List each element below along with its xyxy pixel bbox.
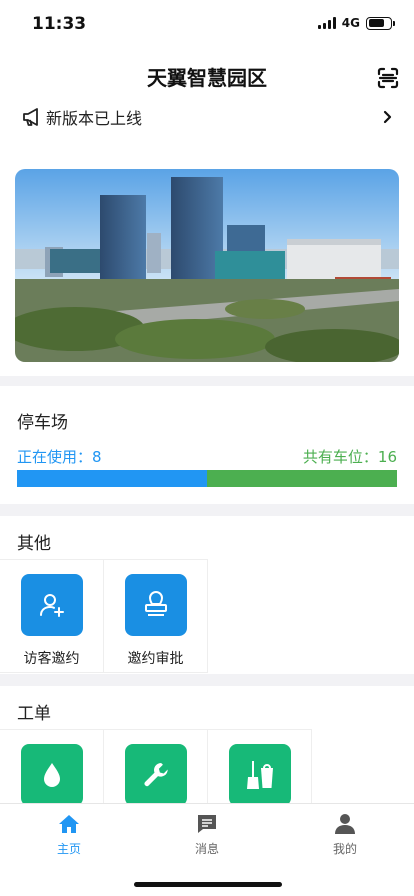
status-time: 11:33 [32,14,87,34]
cleaning-icon [246,761,273,789]
water-order-tile [20,744,83,806]
campus-banner-image[interactable] [15,169,399,362]
invite-approval-label: 邀约审批 [127,651,184,667]
cleaning-order-tile [228,744,291,806]
parking-stats: 正在使用：8 共有车位：16 [17,446,397,467]
add-user-icon [39,594,64,617]
section-divider [0,376,414,386]
others-section-title: 其他 [17,534,51,554]
chevron-right-icon [383,110,392,124]
others-grid: 访客邀约 邀约审批 [0,559,208,673]
megaphone-icon [23,108,38,126]
tab-home-label: 主页 [56,842,81,856]
tab-messages[interactable]: 消息 [167,812,247,857]
battery-icon [366,16,395,30]
campus-photo [15,169,399,362]
announcement-text: 新版本已上线 [46,109,143,128]
message-icon [198,815,216,833]
repair-order-tile [124,744,187,806]
invite-approval-item[interactable]: 邀约审批 [104,559,208,673]
scan-button[interactable] [376,66,400,90]
visitor-invite-label: 访客邀约 [23,651,80,667]
wrench-icon [144,763,168,787]
visitor-invite-item[interactable]: 访客邀约 [0,559,104,673]
stamp-icon [144,591,167,616]
announcement-bar[interactable]: 新版本已上线 [22,104,394,130]
parking-progress-fill [17,470,207,487]
tab-profile[interactable]: 我的 [305,812,385,857]
invite-approval-tile [124,574,187,636]
network-type: 4G [341,16,360,30]
parking-total: 共有车位：16 [302,448,397,466]
tab-profile-label: 我的 [332,842,357,856]
status-indicators: 4G [317,16,395,30]
section-divider [0,674,414,686]
water-drop-icon [43,763,60,787]
parking-progress-bar [17,470,397,487]
status-bar: 11:33 4G [0,0,414,48]
home-indicator [134,882,282,887]
tab-messages-label: 消息 [194,842,219,856]
scan-icon [377,67,399,89]
tab-home[interactable]: 主页 [29,812,109,857]
parking-section-title: 停车场 [17,413,68,433]
work-orders-section-title: 工单 [17,704,51,724]
user-icon [335,814,355,834]
signal-icon [317,17,336,29]
visitor-invite-tile [20,574,83,636]
parking-in-use: 正在使用：8 [17,448,102,466]
home-icon [59,815,79,833]
page-title: 天翼智慧园区 [147,66,267,90]
section-divider [0,504,414,516]
